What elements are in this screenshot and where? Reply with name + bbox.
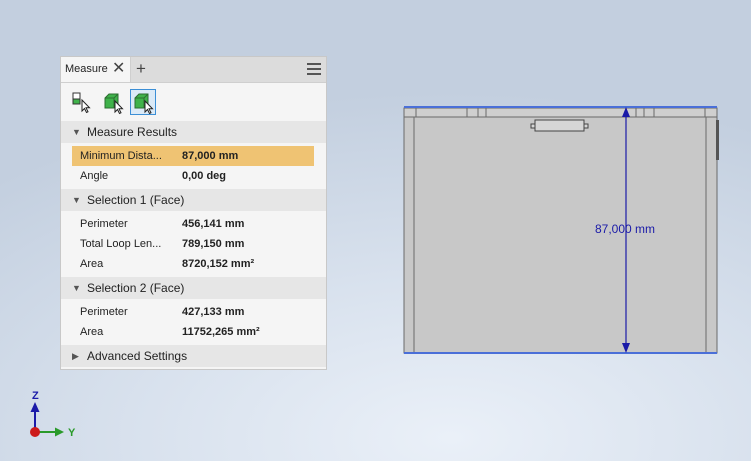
dimension-label: 87,000 mm	[595, 222, 656, 236]
part-top-flange[interactable]	[403, 107, 718, 118]
part-body[interactable]	[403, 116, 718, 354]
part-latch[interactable]	[534, 119, 585, 132]
y-axis-label: Y	[68, 427, 76, 439]
z-axis-label: Z	[32, 390, 39, 402]
part-side-notch	[716, 120, 719, 160]
